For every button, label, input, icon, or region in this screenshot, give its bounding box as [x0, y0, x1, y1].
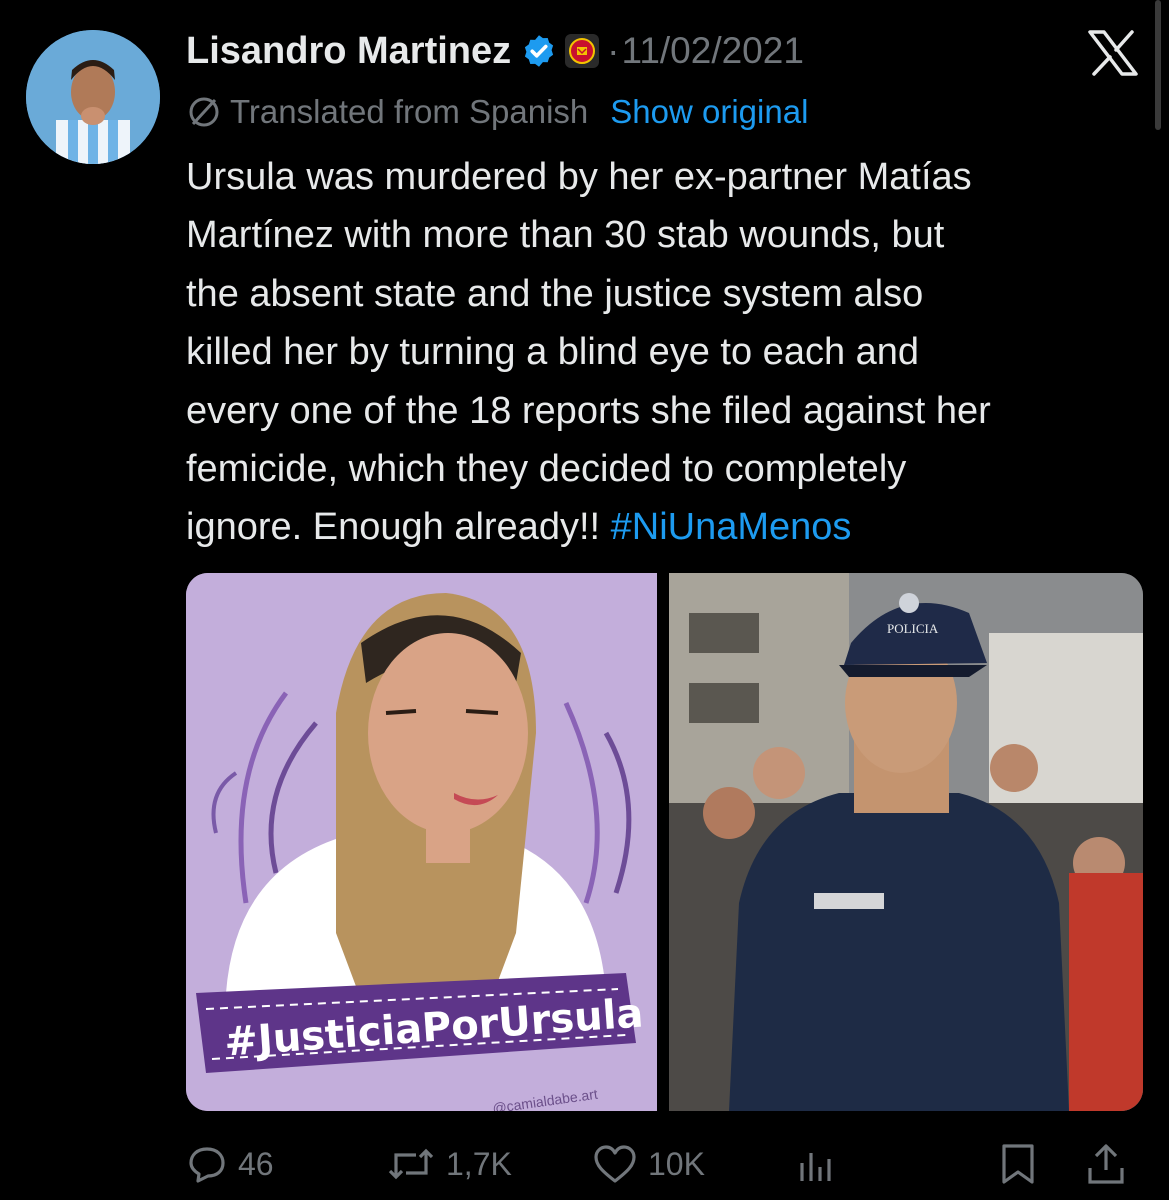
action-bar: 46 1,7K 10K	[186, 1136, 1146, 1192]
tweet-text-line: the absent state and the justice system …	[186, 272, 924, 315]
avatar[interactable]	[26, 30, 160, 164]
translation-note: Translated from Spanish	[230, 93, 589, 130]
tweet-text: Ursula was murdered by her ex-partner Ma…	[186, 148, 1146, 557]
tweet-text-line: every one of the 18 reports she filed ag…	[186, 389, 991, 432]
author-name[interactable]: Lisandro Martinez	[186, 30, 511, 73]
repost-button[interactable]: 1,7K	[386, 1136, 512, 1192]
reply-icon	[189, 1147, 225, 1183]
reply-button[interactable]: 46	[186, 1136, 274, 1192]
like-button[interactable]: 10K	[592, 1136, 705, 1192]
x-close-icon[interactable]	[1086, 30, 1140, 76]
repost-count: 1,7K	[446, 1145, 512, 1182]
media-image-illustration[interactable]: #JusticiaPorUrsula @camialdabe.art	[186, 573, 657, 1111]
show-original-link[interactable]: Show original	[610, 93, 808, 131]
tweet-text-line-last: ignore. Enough already!! #NiUnaMenos	[186, 498, 1146, 556]
tweet-text-line: Ursula was murdered by her ex-partner Ma…	[186, 156, 972, 198]
scrollbar[interactable]	[1155, 0, 1161, 130]
tweet-date[interactable]: 11/02/2021	[621, 30, 803, 72]
tweet-text-fragment: ignore. Enough already!!	[186, 506, 611, 549]
translate-icon	[189, 97, 219, 127]
media-divider	[657, 573, 669, 1111]
translation-bar: Translated from Spanish Show original	[186, 90, 808, 134]
views-icon	[800, 1153, 831, 1181]
share-icon	[1088, 1144, 1124, 1184]
media-image-photo[interactable]: POLICIA	[669, 573, 1143, 1111]
manchester-united-badge-icon[interactable]	[565, 34, 600, 68]
tweet-text-line: killed her by turning a blind eye to eac…	[186, 331, 920, 374]
tweet-text-line: femicide, which they decided to complete…	[186, 448, 907, 491]
repost-icon	[388, 1148, 434, 1180]
tweet-header: Lisandro Martinez · 11/02/2021	[186, 24, 804, 78]
media-grid: #JusticiaPorUrsula @camialdabe.art POLIC…	[186, 573, 1143, 1111]
bookmark-button[interactable]	[998, 1136, 1038, 1192]
like-icon	[594, 1145, 636, 1183]
verified-badge-icon	[525, 35, 554, 67]
cap-text: POLICIA	[887, 621, 939, 636]
views-button[interactable]	[796, 1136, 836, 1192]
share-button[interactable]	[1086, 1136, 1126, 1192]
like-count: 10K	[648, 1145, 705, 1182]
date-separator: ·	[607, 30, 620, 71]
tweet-text-line: Martínez with more than 30 stab wounds, …	[186, 214, 945, 257]
bookmark-icon	[1002, 1144, 1034, 1184]
hashtag-link[interactable]: #NiUnaMenos	[611, 506, 852, 548]
reply-count: 46	[238, 1145, 274, 1182]
